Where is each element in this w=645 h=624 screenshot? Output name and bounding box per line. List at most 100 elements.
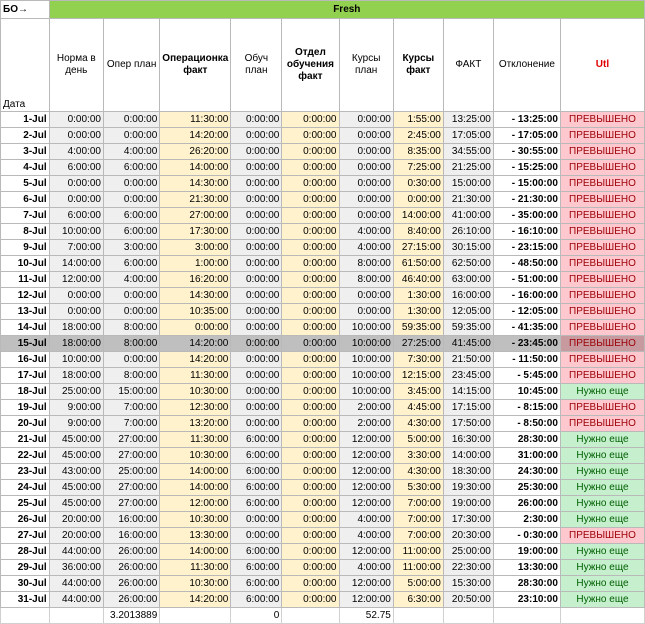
cell-course-fact[interactable]: 14:00:00	[392, 207, 444, 224]
cell-date[interactable]: 3-Jul	[0, 143, 50, 160]
cell-date[interactable]: 18-Jul	[0, 383, 50, 400]
cell-course-fact[interactable]: 27:15:00	[392, 239, 444, 256]
cell-oper-fact[interactable]: 10:30:00	[159, 511, 232, 528]
cell-course-plan[interactable]: 10:00:00	[338, 367, 394, 384]
cell-fact[interactable]: 30:15:00	[442, 239, 494, 256]
cell-date[interactable]: 15-Jul	[0, 335, 50, 352]
cell-fact[interactable]: 21:50:00	[442, 351, 494, 368]
cell-course-plan[interactable]: 8:00:00	[338, 255, 394, 272]
cell-course-fact[interactable]: 4:30:00	[392, 463, 444, 480]
cell-course-fact[interactable]: 61:50:00	[392, 255, 444, 272]
cell-date[interactable]: 26-Jul	[0, 511, 50, 528]
cell-course-plan[interactable]: 4:00:00	[338, 511, 394, 528]
cell-norm[interactable]: 0:00:00	[48, 303, 104, 320]
cell-fact[interactable]: 23:45:00	[442, 367, 494, 384]
cell-norm[interactable]: 18:00:00	[48, 335, 104, 352]
cell-oper-fact[interactable]: 17:30:00	[159, 223, 232, 240]
cell-oper-fact[interactable]: 26:20:00	[159, 143, 232, 160]
cell-course-fact[interactable]: 5:00:00	[392, 575, 444, 592]
cell-train-fact[interactable]: 0:00:00	[281, 111, 340, 128]
cell-course-plan[interactable]: 0:00:00	[338, 127, 394, 144]
cell-course-fact[interactable]: 5:30:00	[392, 479, 444, 496]
cell-course-plan[interactable]: 2:00:00	[338, 415, 394, 432]
cell-deviation[interactable]: 28:30:00	[492, 431, 561, 448]
cell-course-fact[interactable]: 1:30:00	[392, 303, 444, 320]
cell-course-fact[interactable]: 46:40:00	[392, 271, 444, 288]
group-header-fresh[interactable]: Fresh	[48, 0, 645, 19]
cell-course-plan[interactable]: 12:00:00	[338, 495, 394, 512]
total-course-plan[interactable]: 52.75	[338, 607, 394, 624]
cell-oper-plan[interactable]: 3:00:00	[102, 239, 161, 256]
header-deviation[interactable]: Отклонение	[492, 18, 561, 112]
cell-oper-plan[interactable]: 26:00:00	[102, 591, 161, 608]
cell-fact[interactable]: 19:00:00	[442, 495, 494, 512]
cell-utl[interactable]: ПРЕВЫШЕНО	[559, 191, 645, 208]
header-course-plan[interactable]: Курсы план	[338, 18, 394, 112]
cell-train-plan[interactable]: 0:00:00	[230, 319, 283, 336]
cell-deviation[interactable]: 10:45:00	[492, 383, 561, 400]
cell-train-fact[interactable]: 0:00:00	[281, 207, 340, 224]
cell-train-fact[interactable]: 0:00:00	[281, 495, 340, 512]
cell-course-fact[interactable]: 7:00:00	[392, 527, 444, 544]
cell-train-plan[interactable]: 0:00:00	[230, 223, 283, 240]
cell-fact[interactable]: 19:30:00	[442, 479, 494, 496]
cell-course-plan[interactable]: 0:00:00	[338, 191, 394, 208]
cell-date[interactable]: 8-Jul	[0, 223, 50, 240]
cell-oper-plan[interactable]: 6:00:00	[102, 223, 161, 240]
total-oper-plan[interactable]: 3.2013889	[102, 607, 161, 624]
cell-utl[interactable]: Нужно еще	[559, 575, 645, 592]
cell-deviation[interactable]: - 41:35:00	[492, 319, 561, 336]
cell-oper-fact[interactable]: 14:30:00	[159, 287, 232, 304]
cell-oper-fact[interactable]: 14:20:00	[159, 335, 232, 352]
header-oper-plan[interactable]: Опер план	[102, 18, 161, 112]
cell-oper-fact[interactable]: 14:00:00	[159, 543, 232, 560]
cell-course-plan[interactable]: 12:00:00	[338, 479, 394, 496]
cell-fact[interactable]: 41:45:00	[442, 335, 494, 352]
cell-train-plan[interactable]: 0:00:00	[230, 127, 283, 144]
cell-date[interactable]: 22-Jul	[0, 447, 50, 464]
cell-norm[interactable]: 4:00:00	[48, 143, 104, 160]
cell-norm[interactable]: 9:00:00	[48, 399, 104, 416]
cell-fact[interactable]: 13:25:00	[442, 111, 494, 128]
cell-norm[interactable]: 0:00:00	[48, 287, 104, 304]
cell-fact[interactable]: 15:30:00	[442, 575, 494, 592]
cell-norm[interactable]: 9:00:00	[48, 415, 104, 432]
cell-fact[interactable]: 14:15:00	[442, 383, 494, 400]
cell-oper-plan[interactable]: 26:00:00	[102, 575, 161, 592]
cell-train-plan[interactable]: 0:00:00	[230, 175, 283, 192]
cell-course-plan[interactable]: 4:00:00	[338, 223, 394, 240]
cell-deviation[interactable]: - 30:55:00	[492, 143, 561, 160]
cell-norm[interactable]: 14:00:00	[48, 255, 104, 272]
cell-course-fact[interactable]: 6:30:00	[392, 591, 444, 608]
cell-oper-fact[interactable]: 1:00:00	[159, 255, 232, 272]
cell-train-fact[interactable]: 0:00:00	[281, 351, 340, 368]
cell-date[interactable]: 4-Jul	[0, 159, 50, 176]
cell-date[interactable]: 21-Jul	[0, 431, 50, 448]
cell-fact[interactable]: 26:10:00	[442, 223, 494, 240]
cell-deviation[interactable]: - 15:00:00	[492, 175, 561, 192]
cell-date[interactable]: 14-Jul	[0, 319, 50, 336]
cell-train-fact[interactable]: 0:00:00	[281, 175, 340, 192]
cell-oper-plan[interactable]: 8:00:00	[102, 335, 161, 352]
cell-train-plan[interactable]: 0:00:00	[230, 399, 283, 416]
cell-train-fact[interactable]: 0:00:00	[281, 239, 340, 256]
cell-train-plan[interactable]: 0:00:00	[230, 415, 283, 432]
cell-course-plan[interactable]: 12:00:00	[338, 543, 394, 560]
cell-deviation[interactable]: - 11:50:00	[492, 351, 561, 368]
cell-train-plan[interactable]: 0:00:00	[230, 159, 283, 176]
cell-deviation[interactable]: - 23:15:00	[492, 239, 561, 256]
cell-utl[interactable]: Нужно еще	[559, 431, 645, 448]
cell-date[interactable]: 17-Jul	[0, 367, 50, 384]
cell-oper-plan[interactable]: 4:00:00	[102, 271, 161, 288]
cell-deviation[interactable]: 13:30:00	[492, 559, 561, 576]
cell-course-fact[interactable]: 3:30:00	[392, 447, 444, 464]
cell-train-fact[interactable]: 0:00:00	[281, 191, 340, 208]
cell-utl[interactable]: ПРЕВЫШЕНО	[559, 255, 645, 272]
cell-train-fact[interactable]: 0:00:00	[281, 335, 340, 352]
cell-norm[interactable]: 45:00:00	[48, 447, 104, 464]
cell-utl[interactable]: ПРЕВЫШЕНО	[559, 223, 645, 240]
cell-norm[interactable]: 20:00:00	[48, 527, 104, 544]
cell-date[interactable]: 20-Jul	[0, 415, 50, 432]
cell-course-fact[interactable]: 11:00:00	[392, 559, 444, 576]
cell-course-fact[interactable]: 8:40:00	[392, 223, 444, 240]
